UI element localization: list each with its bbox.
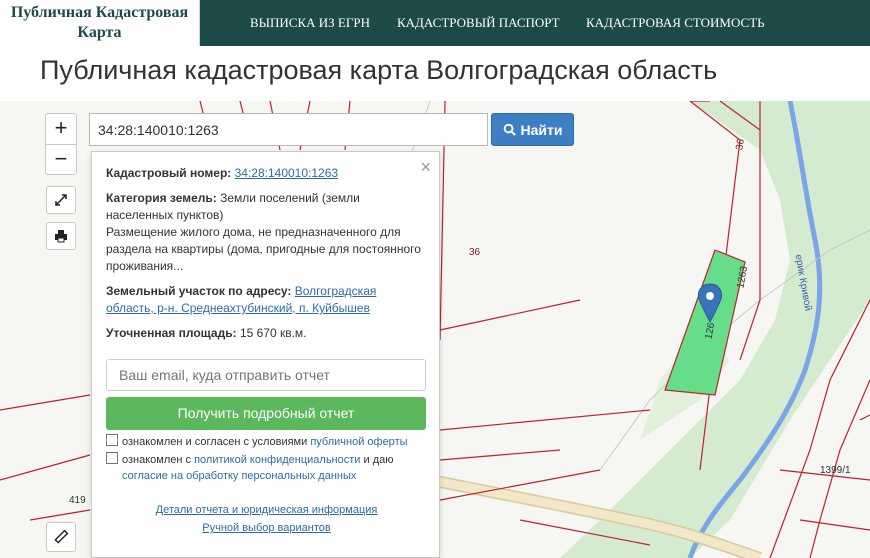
permitted-use-line1: Размещение жилого дома, не предназначенн…: [106, 225, 401, 239]
address-label: Земельный участок по адресу:: [106, 284, 292, 298]
consent-data-row: согласие на обработку персональных данны…: [106, 468, 426, 484]
cadastral-number-link[interactable]: 34:28:140010:1263: [235, 166, 338, 180]
nav-link-cadastral-value[interactable]: КАДАСТРОВАЯ СТОИМОСТЬ: [586, 0, 765, 46]
print-button[interactable]: [46, 222, 76, 250]
area-value: 15 670 кв.м.: [239, 326, 307, 340]
printer-icon: [55, 230, 67, 243]
privacy-policy-link[interactable]: политикой конфиденциальности: [194, 454, 360, 466]
permitted-use-line3: проживания...: [106, 259, 184, 273]
map-label-1399-1: 1399/1: [820, 465, 851, 476]
site-logo[interactable]: Публичная Кадастровая Карта: [0, 0, 200, 46]
map-label-419: 419: [69, 495, 86, 506]
consent-offer-row: ознакомлен и согласен с условиями публич…: [106, 434, 426, 450]
public-offer-link[interactable]: публичной оферты: [310, 436, 407, 448]
address-link-line2-row: область, р-н. Среднеахтубинский, п. Куйб…: [106, 300, 426, 317]
nav-link-cadastral-passport[interactable]: КАДАСТРОВЫЙ ПАСПОРТ: [397, 0, 560, 46]
ruler-icon: [54, 529, 69, 544]
search-button-label: Найти: [520, 121, 563, 138]
address-link-part2[interactable]: область, р-н. Среднеахтубинский, п. Куйб…: [106, 301, 370, 315]
top-navigation-bar: Публичная Кадастровая Карта ВЫПИСКА ИЗ Е…: [0, 0, 870, 46]
cadastral-number-label: Кадастровый номер:: [106, 166, 232, 180]
email-field[interactable]: [106, 359, 426, 391]
page-title: Публичная кадастровая карта Волгоградска…: [40, 55, 718, 85]
fullscreen-button[interactable]: [46, 186, 76, 214]
land-category-row: Категория земель: Земли поселений (земли: [106, 190, 426, 207]
map-label-36-top: 36: [734, 138, 747, 151]
consent-privacy-text-1: ознакомлен с: [122, 454, 192, 466]
address-link-part1[interactable]: Волгоградская: [295, 284, 377, 298]
ruler-button[interactable]: [46, 522, 76, 552]
map-label-36-mid: 36: [469, 247, 481, 258]
manual-selection-link[interactable]: Ручной выбор вариантов: [202, 522, 330, 534]
consent-privacy-checkbox[interactable]: [106, 452, 118, 464]
land-category-label: Категория земель:: [106, 191, 217, 205]
address-row: Земельный участок по адресу: Волгоградск…: [106, 283, 426, 300]
permitted-use-line2: раздела на квартиры (дома, пригодные для…: [106, 242, 421, 256]
expand-icon: [55, 194, 67, 206]
consent-offer-text: ознакомлен и согласен с условиями: [122, 436, 308, 448]
get-report-button[interactable]: Получить подробный отчет: [106, 397, 426, 430]
personal-data-consent-link[interactable]: согласие на обработку персональных данны…: [122, 470, 356, 482]
manual-row: Ручной выбор вариантов: [92, 522, 441, 534]
land-category-value: Земли поселений (земли: [220, 191, 360, 205]
consent-offer-checkbox[interactable]: [106, 434, 118, 446]
logo-line-2: Карта: [77, 24, 122, 41]
cadastral-number-row: Кадастровый номер: 34:28:140010:1263: [106, 165, 426, 182]
report-details-link[interactable]: Детали отчета и юридическая информация: [156, 504, 378, 516]
area-row: Уточненная площадь: 15 670 кв.м.: [106, 325, 426, 342]
logo-line-1: Публичная Кадастровая: [10, 4, 189, 21]
consent-privacy-row: ознакомлен с политикой конфиденциальност…: [106, 452, 426, 468]
cadastral-search-input[interactable]: [89, 113, 488, 146]
area-label: Уточненная площадь:: [106, 326, 237, 340]
parcel-info-popup: × Кадастровый номер: 34:28:140010:1263 К…: [91, 151, 440, 558]
zoom-in-button[interactable]: +: [46, 114, 76, 144]
search-icon: [503, 123, 516, 136]
consent-privacy-text-2: и даю: [363, 454, 394, 466]
nav-link-egrn-extract[interactable]: ВЫПИСКА ИЗ ЕГРН: [250, 0, 370, 46]
details-row: Детали отчета и юридическая информация: [92, 504, 441, 516]
zoom-out-button[interactable]: −: [46, 145, 76, 175]
zoom-control: + −: [45, 113, 77, 175]
search-button[interactable]: Найти: [491, 113, 574, 146]
land-category-value-line2: населенных пунктов): [106, 208, 224, 222]
